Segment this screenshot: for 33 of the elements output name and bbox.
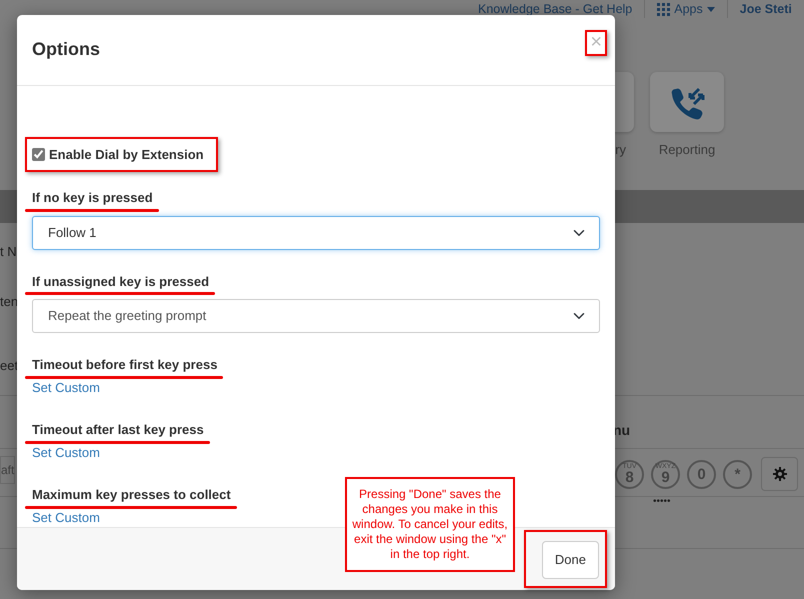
set-custom-link[interactable]: Set Custom xyxy=(32,380,100,395)
field-label: Timeout after last key press xyxy=(32,420,204,440)
close-button[interactable]: × xyxy=(587,32,605,52)
field-label: If unassigned key is pressed xyxy=(32,272,210,292)
settings-button[interactable] xyxy=(761,457,798,491)
settings-icon xyxy=(772,467,786,481)
dialog-title: Options xyxy=(32,39,100,61)
dropdown[interactable]: Follow 1 xyxy=(32,216,600,250)
caret-icon xyxy=(706,6,715,12)
field-label: Timeout before first key press xyxy=(32,355,218,375)
grid-icon xyxy=(657,2,670,16)
field-label: Maximum key presses to collect xyxy=(32,485,231,505)
field-label: If no key is pressed xyxy=(32,188,153,208)
done-button[interactable]: Done xyxy=(542,541,599,579)
dropdown[interactable]: Repeat the greeting prompt xyxy=(32,299,600,334)
checkbox[interactable] xyxy=(32,148,45,161)
tile-label: ry xyxy=(615,141,626,159)
row-label: t N xyxy=(0,243,17,261)
row-label: ten xyxy=(0,293,18,311)
app-tile[interactable] xyxy=(650,72,724,132)
apps-menu[interactable]: Apps xyxy=(657,2,715,16)
keypad-key[interactable]: * xyxy=(723,460,752,488)
annotation-callout: Pressing "Done" saves the changes you make in this window. To cancel your edits, exit the window using the "x" in the top right. xyxy=(345,477,515,572)
text-input[interactable]: aft xyxy=(0,456,16,484)
masked-digits: ••••• xyxy=(653,495,671,509)
help-link[interactable]: Knowledge Base - Get Help xyxy=(478,2,632,16)
user-menu[interactable]: Joe Steti xyxy=(740,2,792,16)
keypad-key[interactable]: 0 xyxy=(687,460,716,488)
row-label: eet xyxy=(0,357,18,375)
set-custom-link[interactable]: Set Custom xyxy=(32,444,100,460)
tile-label: Reporting xyxy=(658,141,716,159)
checkbox-label: Enable Dial by Extension xyxy=(49,146,204,164)
set-custom-link[interactable]: Set Custom xyxy=(32,510,100,525)
